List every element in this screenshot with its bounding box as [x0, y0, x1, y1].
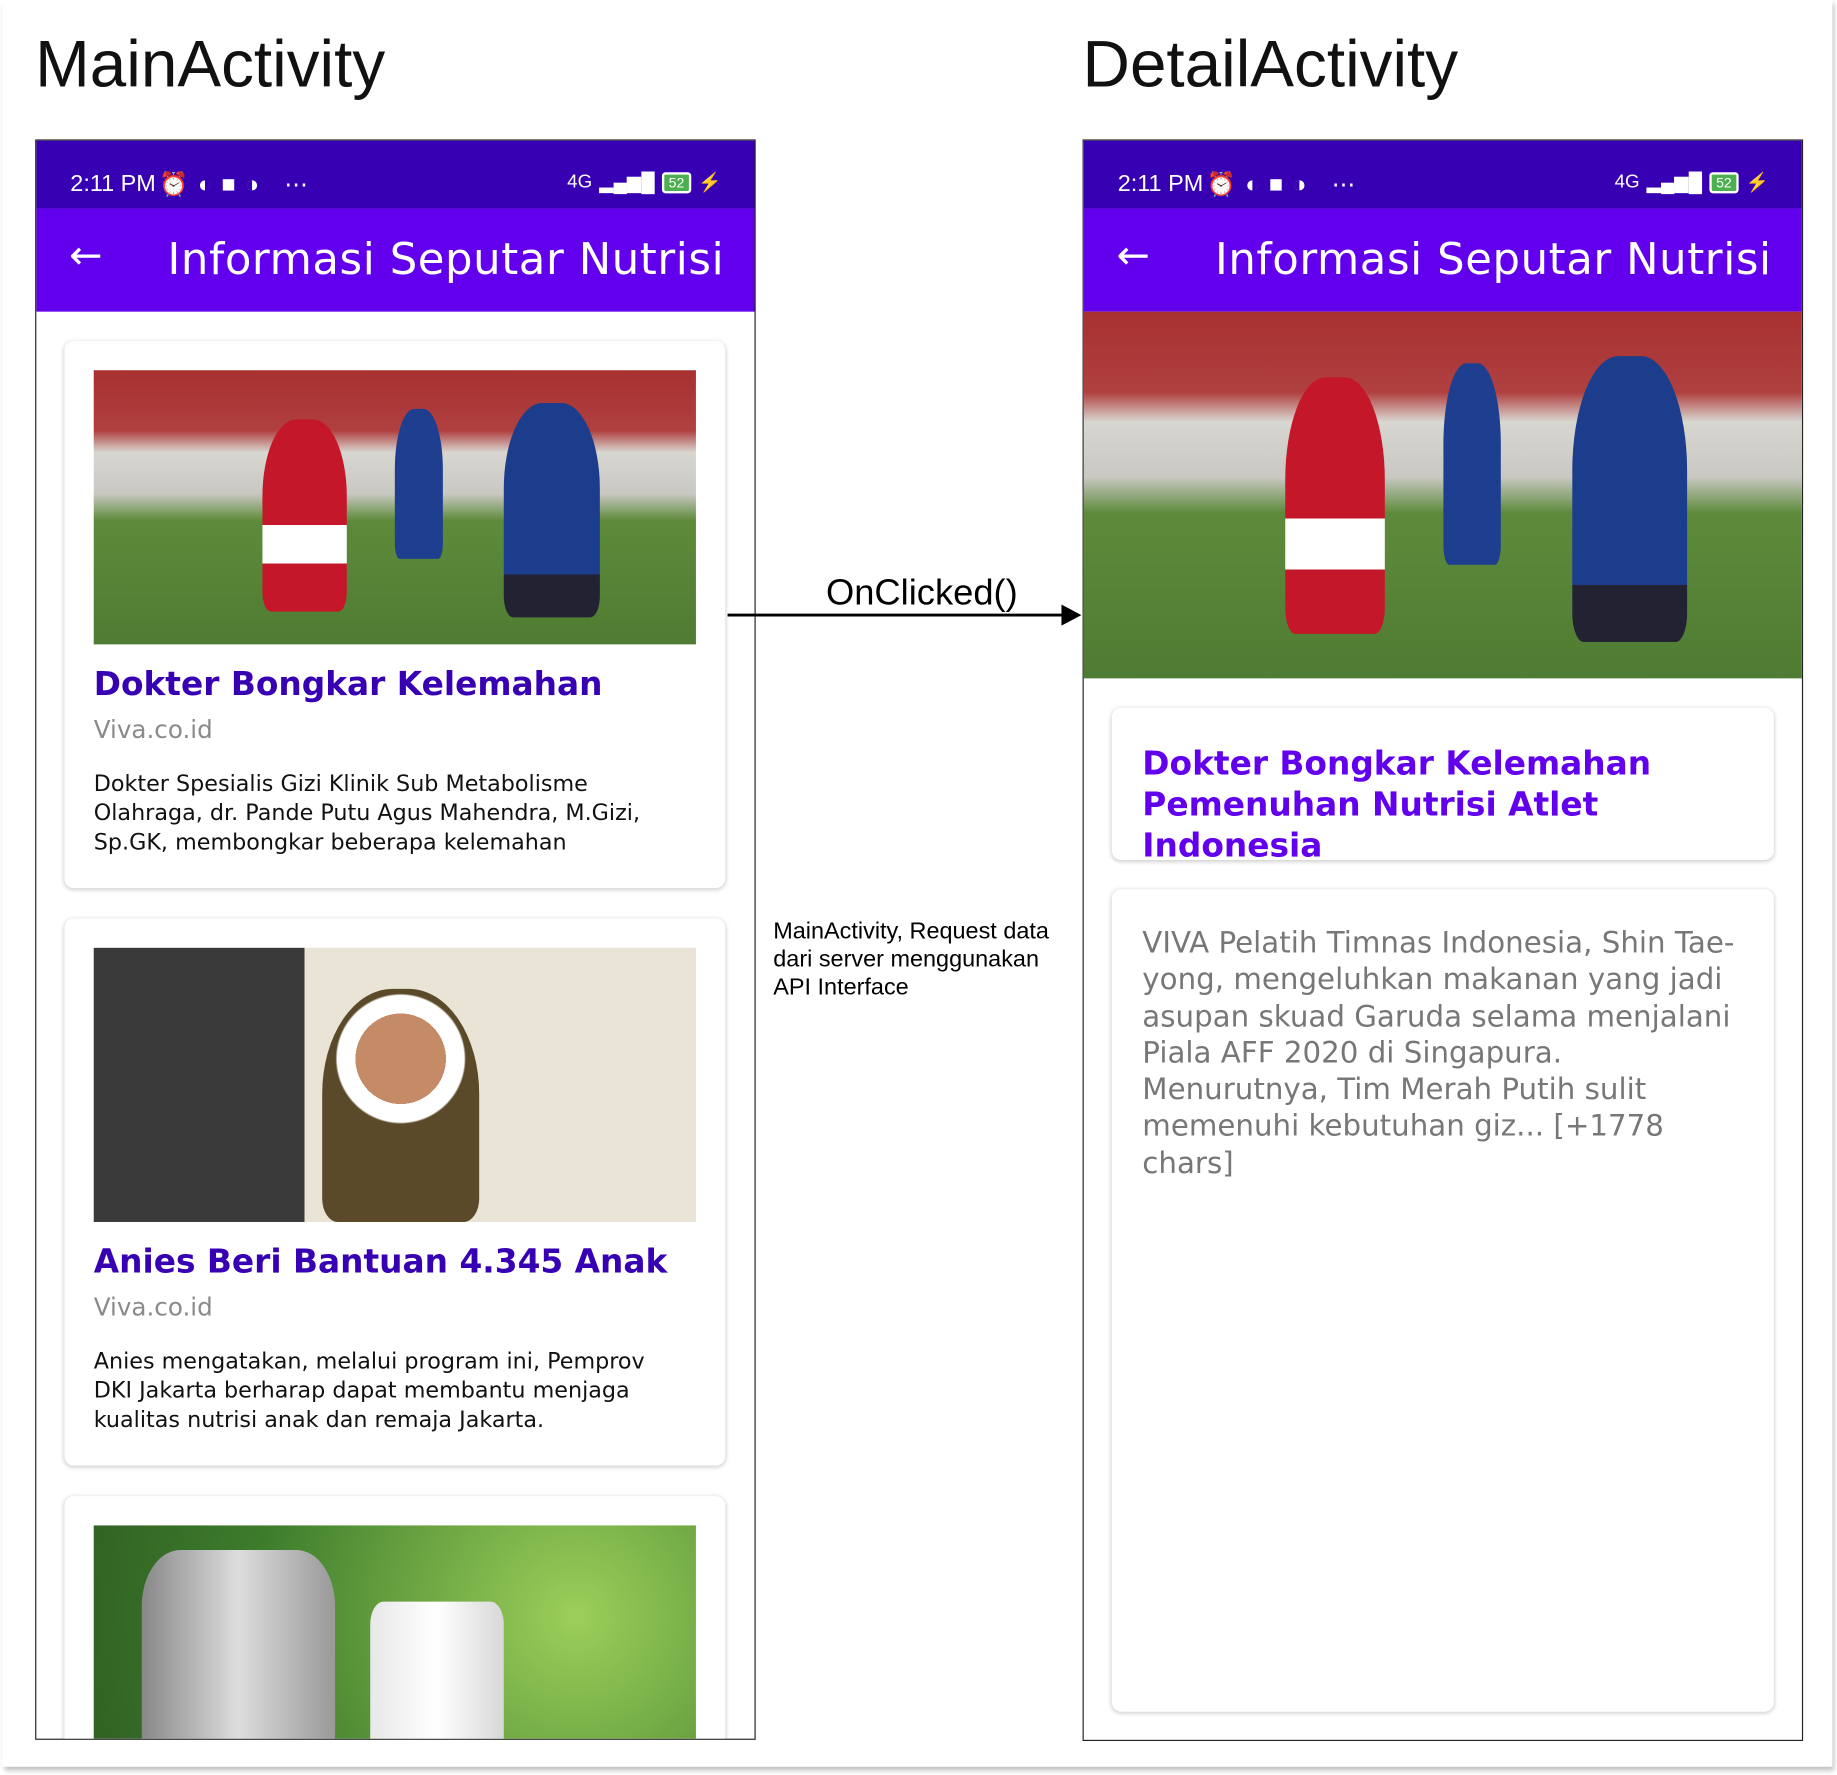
app-bar: ← Informasi Seputar Nutrisi [36, 208, 755, 312]
arrow-left-icon[interactable]: ← [1117, 232, 1150, 279]
main-activity-screen: 2:11 PM ⏰◐■◑ ⋯ 4G ▂▄▆█ 52 ⚡ ← Informasi Sep… [35, 139, 756, 1740]
notification-icons: ⏰◐■◑ ⋯ [1206, 172, 1365, 199]
signal-icon: ▂▄▆█ [1646, 173, 1703, 194]
detail-content-card: VIVA Pelatih Timnas Indonesia, Shin Tae-… [1111, 889, 1774, 1712]
news-title: Anies Beri Bantuan 4.345 Anak [93, 1241, 668, 1281]
detail-title: Dokter Bongkar Kelemahan Pemenuhan Nutri… [1142, 743, 1652, 865]
detail-activity-heading: DetailActivity [1082, 26, 1459, 101]
detail-image [1083, 311, 1802, 679]
battery-icon: 52 [1709, 172, 1739, 194]
detail-content: VIVA Pelatih Timnas Indonesia, Shin Tae-… [1142, 925, 1735, 1180]
news-card[interactable] [64, 1496, 726, 1739]
network-label: 4G [567, 172, 593, 193]
battery-icon: 52 [661, 172, 692, 194]
status-bar: 2:11 PM ⏰◐■◑ ⋯ 4G ▂▄▆█ 52 ⚡ [36, 140, 755, 209]
news-description: Anies mengatakan, melalui program ini, P… [93, 1348, 645, 1433]
app-bar-title: Informasi Seputar Nutrisi [1214, 234, 1772, 285]
news-card[interactable]: Anies Beri Bantuan 4.345 Anak Viva.co.id… [64, 918, 726, 1466]
notification-icons: ⏰◐■◑ ⋯ [159, 172, 318, 199]
news-source: Viva.co.id [93, 715, 213, 744]
detail-activity-screen: 2:11 PM ⏰◐■◑ ⋯ 4G ▂▄▆█ 52 ⚡ ← Informasi Sep… [1082, 139, 1804, 1741]
annotation-note: MainActivity, Request data dari server m… [773, 918, 1049, 1001]
news-image [93, 1525, 696, 1739]
arrow-left-icon[interactable]: ← [69, 232, 102, 279]
news-image [93, 370, 696, 645]
status-time: 2:11 PM [1117, 171, 1204, 197]
news-source: Viva.co.id [93, 1293, 213, 1322]
app-bar-title: Informasi Seputar Nutrisi [167, 234, 725, 285]
signal-icon: ▂▄▆█ [599, 173, 655, 194]
news-image [93, 947, 696, 1222]
news-card[interactable]: Dokter Bongkar Kelemahan Viva.co.id Dokt… [64, 340, 726, 889]
app-bar: ← Informasi Seputar Nutrisi [1083, 208, 1802, 312]
main-activity-heading: MainActivity [35, 26, 386, 101]
network-label: 4G [1614, 172, 1640, 193]
arrow-label: OnClicked() [825, 571, 1018, 613]
news-title: Dokter Bongkar Kelemahan [93, 664, 603, 703]
status-right: 4G ▂▄▆█ 52 ⚡ [567, 171, 722, 194]
status-right: 4G ▂▄▆█ 52 ⚡ [1614, 171, 1770, 194]
status-time: 2:11 PM [70, 171, 156, 197]
detail-title-card: Dokter Bongkar Kelemahan Pemenuhan Nutri… [1111, 707, 1774, 865]
charging-icon: ⚡ [698, 173, 722, 194]
charging-icon: ⚡ [1745, 173, 1770, 194]
news-description: Dokter Spesialis Gizi Klinik Sub Metabol… [93, 770, 641, 856]
status-bar: 2:11 PM ⏰◐■◑ ⋯ 4G ▂▄▆█ 52 ⚡ [1083, 140, 1802, 209]
